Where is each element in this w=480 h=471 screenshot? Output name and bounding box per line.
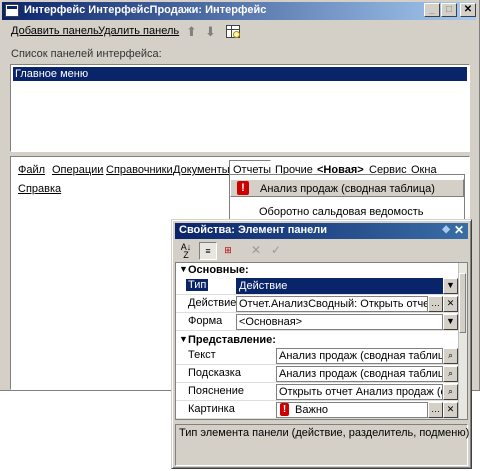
dropdown-arrow-icon[interactable]: ▼ [443,278,458,294]
section-main-label: Основные: [188,264,249,276]
property-grid: ▼ Основные: Тип Действие ▼ Действие Отче… [175,262,468,420]
menu-item-documents[interactable]: Документы [173,164,230,176]
hint-field[interactable]: Открыть отчет Анализ продаж (сво [276,384,443,400]
text-field[interactable]: Анализ продаж (сводная таблица) [276,348,443,364]
section-presentation-label: Представление: [188,334,276,346]
properties-window: Свойства: Элемент панели ◆ ✕ A↓ Z ≡ ⊞ ✕ ✓… [171,219,472,469]
property-type[interactable]: Тип Действие ▼ [176,277,461,295]
submenu-item-label: Анализ продаж (сводная таблица) [260,183,435,195]
scrollbar-thumb[interactable] [459,273,466,333]
properties-toolbar: A↓ Z ≡ ⊞ ✕ ✓ [175,241,468,261]
panel-list-label: Список панелей интерфейса: [11,48,162,60]
menu-item-help[interactable]: Справка [18,183,61,195]
property-action-label: Действие [188,297,237,309]
main-title-bar[interactable]: Интерфейс ИнтерфейсПродажи: Интерфейс _ … [2,2,476,20]
section-main[interactable]: ▼ Основные: [176,263,461,278]
property-pages-icon[interactable]: ⊞ [219,242,237,260]
ellipsis-button[interactable]: … [428,296,443,312]
properties-close-icon[interactable]: ✕ [454,223,464,237]
sort-alpha-icon[interactable]: A↓ Z [177,242,195,260]
categorized-icon[interactable]: ≡ [199,242,217,260]
minimize-button[interactable]: _ [424,3,440,17]
property-grid-scrollbar[interactable] [458,263,467,419]
panel-list-item-main-menu[interactable]: Главное меню [13,67,467,81]
arrow-down-icon[interactable]: ⬇ [205,25,216,38]
type-select[interactable]: Действие [236,278,443,294]
apply-icon[interactable]: ✓ [267,242,285,260]
search-icon[interactable]: ⌕ [443,384,458,400]
add-panel-button[interactable]: Добавить панель [11,25,99,37]
important-icon: ! [237,181,249,195]
pin-icon[interactable]: ◆ [442,224,450,235]
submenu-item-label: Оборотно сальдовая ведомость [259,206,424,218]
property-text-label: Текст [188,349,216,361]
property-form-label: Форма [188,315,223,327]
cancel-icon[interactable]: ✕ [247,242,265,260]
properties-title-bar[interactable]: Свойства: Элемент панели ◆ ✕ [175,223,468,239]
menu-item-operations[interactable]: Операции [52,164,103,176]
clear-icon[interactable]: ✕ [443,296,458,312]
property-description-text: Тип элемента панели (действие, разделите… [179,427,470,439]
property-tooltip-label: Подсказка [188,367,241,379]
property-type-label: Тип [186,279,209,291]
property-picture[interactable]: Картинка ! Важно … ✕ [176,401,461,419]
picture-field[interactable]: ! Важно [276,402,428,418]
tooltip-field[interactable]: Анализ продаж (сводная таблица) [276,366,443,382]
collapse-icon[interactable]: ▼ [179,334,188,344]
property-hint-label: Пояснение [188,385,245,397]
clear-icon[interactable]: ✕ [443,402,458,418]
delete-panel-button[interactable]: Удалить панель [98,25,179,37]
property-tooltip[interactable]: Подсказка Анализ продаж (сводная таблица… [176,365,461,383]
main-window-title: Интерфейс ИнтерфейсПродажи: Интерфейс [24,4,267,16]
submenu-item-sales-analysis[interactable]: ! Анализ продаж (сводная таблица) [230,179,464,197]
property-description: Тип элемента панели (действие, разделите… [175,424,470,466]
maximize-button[interactable]: □ [441,3,457,17]
ellipsis-button[interactable]: … [428,402,443,418]
arrow-up-icon[interactable]: ⬆ [186,25,197,38]
property-picture-label: Картинка [188,403,235,415]
form-select[interactable]: <Основная> [236,314,443,330]
properties-title: Свойства: Элемент панели [179,224,327,236]
property-action[interactable]: Действие Отчет.АнализСводный: Открыть от… [176,295,461,313]
section-presentation[interactable]: ▼ Представление: [176,333,461,348]
panel-toolbar: Добавить панель Удалить панель ⬆ ⬇ [6,22,476,42]
important-icon: ! [280,403,289,416]
property-form[interactable]: Форма <Основная> ▼ [176,313,461,331]
action-field[interactable]: Отчет.АнализСводный: Открыть отчет [236,296,428,312]
dropdown-arrow-icon[interactable]: ▼ [443,314,458,330]
picture-value: Важно [295,404,329,416]
property-text[interactable]: Текст Анализ продаж (сводная таблица) ⌕ [176,347,461,365]
search-icon[interactable]: ⌕ [443,348,458,364]
panel-properties-icon[interactable] [226,25,240,38]
collapse-icon[interactable]: ▼ [179,264,188,274]
menu-item-file[interactable]: Файл [18,164,45,176]
menu-item-catalogs[interactable]: Справочники [106,164,173,176]
property-hint[interactable]: Пояснение Открыть отчет Анализ продаж (с… [176,383,461,401]
panel-list[interactable]: Главное меню [10,64,470,152]
close-button[interactable]: ✕ [460,3,476,17]
search-icon[interactable]: ⌕ [443,366,458,382]
interface-app-icon [5,4,19,17]
